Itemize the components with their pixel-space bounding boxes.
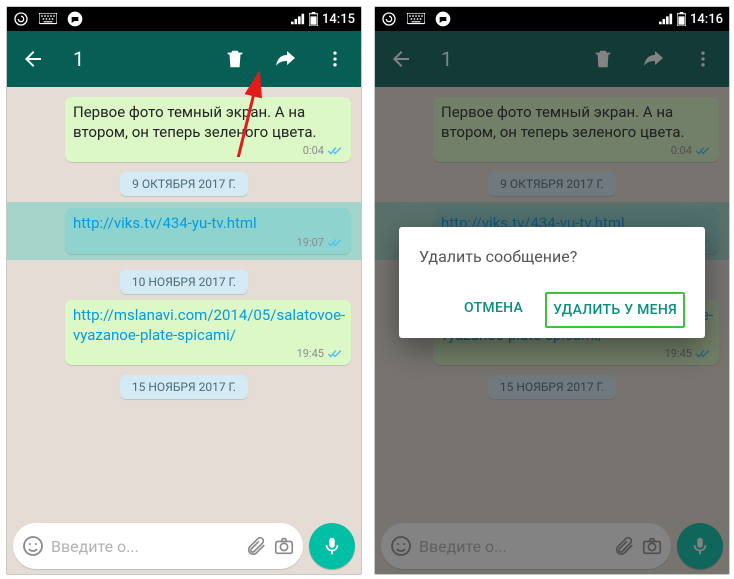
date-separator: 10 НОЯБРЯ 2017 Г.: [120, 270, 248, 294]
message-time: 19:45: [297, 347, 324, 361]
message-time: 0:04: [671, 144, 692, 158]
selection-action-bar: 1: [375, 31, 729, 87]
android-status-bar: 14:15: [7, 7, 361, 31]
message-text: Первое фото темный экран. А на втором, о…: [73, 103, 343, 142]
battery-icon: [677, 12, 686, 26]
message-time: 0:04: [303, 144, 324, 158]
read-ticks-icon: [695, 349, 711, 359]
chat-input-bar: Введите о...: [375, 518, 729, 574]
selection-action-bar: 1: [7, 31, 361, 87]
input-placeholder: Введите о...: [419, 537, 607, 556]
message-text: Первое фото темный экран. А на втором, о…: [441, 103, 711, 142]
read-ticks-icon: [327, 238, 343, 248]
emoji-icon[interactable]: [21, 534, 45, 558]
message-link[interactable]: http://viks.tv/434-yu-tv.html: [73, 214, 343, 234]
dialog-cancel-button[interactable]: ОТМЕНА: [458, 292, 529, 328]
message-input[interactable]: Введите о...: [13, 523, 303, 569]
delete-message-dialog: Удалить сообщение? ОТМЕНА УДАЛИТЬ У МЕНЯ: [399, 227, 705, 338]
back-button[interactable]: [383, 41, 419, 77]
voice-record-button: [677, 523, 723, 569]
chat-notif-icon: [67, 11, 83, 27]
overflow-menu-button[interactable]: [317, 41, 353, 77]
message-time: 19:07: [297, 236, 324, 250]
battery-icon: [309, 12, 318, 26]
keyboard-icon: [39, 13, 57, 25]
dialog-delete-for-me-button[interactable]: УДАЛИТЬ У МЕНЯ: [545, 292, 685, 328]
back-button[interactable]: [15, 41, 51, 77]
overflow-menu-button[interactable]: [685, 41, 721, 77]
read-ticks-icon: [695, 146, 711, 156]
message-bubble: Первое фото темный экран. А на втором, о…: [433, 97, 719, 162]
date-separator: 9 ОКТЯБРЯ 2017 Г.: [488, 172, 616, 196]
selection-count: 1: [73, 47, 84, 71]
signal-icon: [659, 13, 673, 25]
app-indicator-icon: [13, 11, 29, 27]
date-separator: 9 ОКТЯБРЯ 2017 Г.: [120, 172, 248, 196]
message-link[interactable]: http://mslanavi.com/2014/05/salatovoe-vy…: [73, 306, 343, 345]
attach-icon: [613, 535, 635, 557]
date-separator: 15 НОЯБРЯ 2017 Г.: [120, 375, 248, 399]
delete-button[interactable]: [217, 41, 253, 77]
camera-icon: [641, 535, 663, 557]
message-bubble[interactable]: Первое фото темный экран. А на втором, о…: [65, 97, 351, 162]
input-placeholder: Введите о...: [51, 537, 239, 556]
android-status-bar: 14:16: [375, 7, 729, 31]
dialog-title: Удалить сообщение?: [419, 247, 685, 266]
message-bubble[interactable]: http://mslanavi.com/2014/05/salatovoe-vy…: [65, 300, 351, 365]
screenshot-right: 14:16 1 Первое фото темный экран. А на в…: [374, 6, 730, 575]
chat-notif-icon: [435, 11, 451, 27]
status-time: 14:15: [322, 12, 355, 27]
read-ticks-icon: [327, 146, 343, 156]
signal-icon: [291, 13, 305, 25]
delete-button[interactable]: [585, 41, 621, 77]
forward-button[interactable]: [267, 41, 303, 77]
forward-button[interactable]: [635, 41, 671, 77]
chat-input-bar: Введите о...: [7, 518, 361, 574]
message-time: 19:45: [665, 347, 692, 361]
screenshot-left: 14:15 1 Первое фото темный экран. А на в…: [6, 6, 362, 575]
app-indicator-icon: [381, 11, 397, 27]
read-ticks-icon: [327, 349, 343, 359]
attach-icon[interactable]: [245, 535, 267, 557]
chat-area[interactable]: Первое фото темный экран. А на втором, о…: [7, 87, 361, 518]
selection-count: 1: [441, 47, 452, 71]
voice-record-button[interactable]: [309, 523, 355, 569]
keyboard-icon: [407, 13, 425, 25]
message-input: Введите о...: [381, 523, 671, 569]
message-bubble-selected[interactable]: http://viks.tv/434-yu-tv.html 19:07: [65, 208, 351, 254]
date-separator: 15 НОЯБРЯ 2017 Г.: [488, 375, 616, 399]
status-time: 14:16: [690, 12, 723, 27]
camera-icon[interactable]: [273, 535, 295, 557]
emoji-icon: [389, 534, 413, 558]
